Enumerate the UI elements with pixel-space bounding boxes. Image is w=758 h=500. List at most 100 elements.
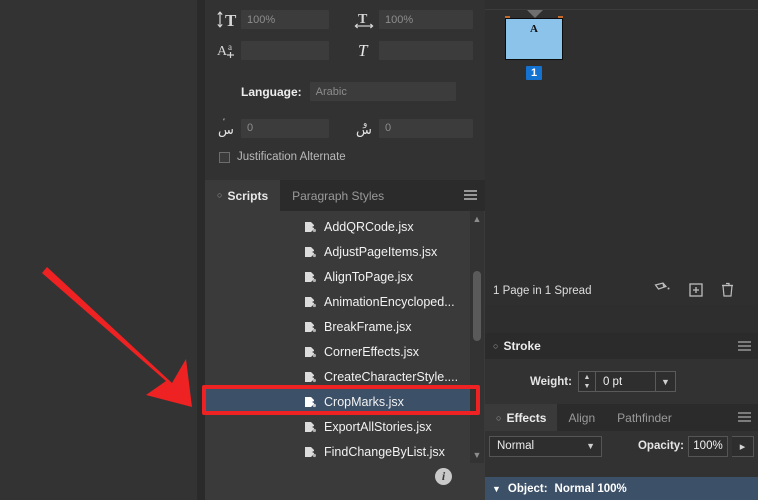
chevron-down-icon[interactable]: ▼ bbox=[586, 441, 595, 451]
script-name: ExportAllStories.jsx bbox=[324, 419, 432, 434]
pages-panel: A 1 1 Page in 1 Spread bbox=[485, 0, 758, 305]
tab-paragraph-styles-label: Paragraph Styles bbox=[292, 188, 385, 203]
script-file-icon bbox=[303, 370, 317, 384]
object-effects-row[interactable]: ▼ Object: Normal 100% bbox=[485, 477, 758, 500]
language-label: Language: bbox=[241, 84, 302, 99]
script-name: AdjustPageItems.jsx bbox=[324, 244, 438, 259]
delete-page-icon[interactable] bbox=[721, 282, 734, 300]
list-item[interactable]: CreateCharacterStyle.... bbox=[205, 364, 470, 389]
svg-text:T: T bbox=[358, 12, 368, 27]
kashida-right-control[interactable]: س و 0 bbox=[353, 118, 473, 138]
horizontal-scale-field[interactable]: 100% bbox=[379, 10, 473, 29]
justification-alternate-checkbox[interactable]: Justification Alternate bbox=[219, 151, 346, 163]
script-name: AnimationEncycloped... bbox=[324, 294, 455, 309]
chevron-down-icon[interactable]: ▼ bbox=[492, 484, 501, 494]
chevron-right-icon[interactable]: ▸ bbox=[732, 435, 754, 457]
stroke-weight-control[interactable]: Weight: ▲ ▼ 0 pt ▼ bbox=[485, 359, 758, 392]
page-count-status: 1 Page in 1 Spread bbox=[493, 285, 592, 297]
script-file-icon bbox=[303, 245, 317, 259]
scripts-list[interactable]: AddQRCode.jsx AdjustPageItems.jsx AlignT… bbox=[205, 211, 470, 463]
language-control[interactable]: Language: Arabic bbox=[241, 82, 456, 101]
tab-status-dot: ○ bbox=[496, 412, 502, 423]
annotation-arrow bbox=[42, 267, 192, 407]
tab-paragraph-styles[interactable]: Paragraph Styles bbox=[280, 180, 396, 211]
script-name: CreateCharacterStyle.... bbox=[324, 369, 459, 384]
script-file-icon bbox=[303, 220, 317, 234]
object-label: Object: bbox=[507, 482, 548, 495]
edit-page-size-icon[interactable] bbox=[654, 282, 671, 300]
kashida-left-control[interactable]: س ٔ 0 bbox=[215, 118, 329, 138]
tab-effects[interactable]: ○ Effects bbox=[485, 404, 558, 431]
chevron-down-icon[interactable]: ▼ bbox=[655, 371, 676, 392]
svg-text:A: A bbox=[217, 44, 228, 59]
stroke-panel-header[interactable]: ○ Stroke bbox=[485, 333, 758, 359]
pages-status-bar: 1 Page in 1 Spread bbox=[485, 277, 758, 305]
list-item[interactable]: AnimationEncycloped... bbox=[205, 289, 470, 314]
opacity-label: Opacity: bbox=[637, 440, 684, 452]
script-file-icon bbox=[303, 395, 317, 409]
baseline-shift-control[interactable]: A a bbox=[215, 40, 329, 60]
page-thumbnail[interactable]: A bbox=[505, 18, 563, 60]
blend-mode-select[interactable]: Normal ▼ bbox=[489, 435, 602, 457]
weight-label: Weight: bbox=[530, 375, 572, 388]
right-dock: A 1 1 Page in 1 Spread ○ Stroke Weight: … bbox=[485, 0, 758, 500]
arabic-diacritic-icon: س و bbox=[353, 118, 379, 138]
skew-field[interactable] bbox=[379, 40, 473, 60]
info-icon[interactable]: i bbox=[435, 468, 452, 485]
vertical-scale-control[interactable]: T 100% bbox=[215, 10, 329, 29]
effects-tab-bar: ○ Effects Align Pathfinder bbox=[485, 404, 758, 431]
language-field[interactable]: Arabic bbox=[309, 82, 456, 101]
svg-text:T: T bbox=[225, 11, 237, 29]
stepper-up-down-icon[interactable]: ▲ ▼ bbox=[577, 371, 595, 392]
panel-menu-icon[interactable] bbox=[464, 190, 477, 201]
list-item[interactable]: AlignToPage.jsx bbox=[205, 264, 470, 289]
baseline-shift-field[interactable] bbox=[241, 40, 329, 60]
svg-text:a: a bbox=[228, 42, 232, 52]
list-item[interactable]: CornerEffects.jsx bbox=[205, 339, 470, 364]
scripts-footer: i bbox=[205, 464, 485, 500]
panel-menu-icon[interactable] bbox=[738, 412, 751, 423]
skew-control[interactable]: T bbox=[353, 40, 473, 60]
kashida-left-field[interactable]: 0 bbox=[241, 118, 329, 138]
page-number-badge[interactable]: 1 bbox=[526, 66, 543, 80]
script-name: CropMarks.jsx bbox=[324, 394, 404, 409]
panel-tab-bar: ○ Scripts Paragraph Styles bbox=[205, 180, 485, 211]
new-page-icon[interactable] bbox=[689, 282, 703, 300]
script-file-icon bbox=[303, 420, 317, 434]
chevron-down-icon[interactable]: ▼ bbox=[470, 448, 484, 462]
tab-status-dot: ○ bbox=[217, 190, 223, 200]
list-item[interactable]: FindChangeByList.jsx bbox=[205, 439, 470, 464]
opacity-field[interactable]: 100% bbox=[688, 435, 728, 457]
effects-panel: ○ Effects Align Pathfinder Normal ▼ Opac… bbox=[485, 404, 758, 500]
justification-alternate-label: Justification Alternate bbox=[237, 151, 346, 163]
baseline-shift-icon: A a bbox=[215, 40, 241, 60]
chevron-up-icon[interactable]: ▲ bbox=[470, 212, 484, 226]
list-item-selected[interactable]: CropMarks.jsx bbox=[205, 389, 470, 414]
list-item[interactable]: ExportAllStories.jsx bbox=[205, 414, 470, 439]
script-file-icon bbox=[303, 445, 317, 459]
checkbox-box[interactable] bbox=[219, 151, 230, 163]
svg-text:و: و bbox=[362, 119, 367, 129]
tab-pathfinder[interactable]: Pathfinder bbox=[606, 404, 683, 431]
stroke-weight-field[interactable]: 0 pt bbox=[594, 371, 656, 392]
tab-align[interactable]: Align bbox=[557, 404, 606, 431]
list-item[interactable]: AdjustPageItems.jsx bbox=[205, 239, 470, 264]
list-item[interactable]: AddQRCode.jsx bbox=[205, 214, 470, 239]
tab-align-label: Align bbox=[568, 410, 596, 425]
character-panel: T 100% T 100% A a T Language: Arabic س 0… bbox=[205, 0, 485, 180]
panel-menu-icon[interactable] bbox=[738, 340, 751, 352]
scrollbar-thumb[interactable] bbox=[473, 271, 481, 341]
list-item[interactable]: BreakFrame.jsx bbox=[205, 314, 470, 339]
panel-divider bbox=[485, 9, 758, 10]
scripts-panel: AddQRCode.jsx AdjustPageItems.jsx AlignT… bbox=[205, 211, 485, 500]
arabic-kashida-icon: س ٔ bbox=[215, 118, 241, 138]
kashida-right-field[interactable]: 0 bbox=[379, 118, 473, 138]
panel-collapse-dot[interactable]: ○ bbox=[493, 341, 498, 351]
vertical-scale-field[interactable]: 100% bbox=[241, 10, 329, 29]
scripts-scrollbar[interactable]: ▲ ▼ bbox=[470, 211, 484, 463]
tab-scripts[interactable]: ○ Scripts bbox=[205, 180, 281, 211]
horizontal-scale-control[interactable]: T 100% bbox=[353, 10, 473, 29]
app-window: T 100% T 100% A a T Language: Arabic س 0… bbox=[0, 0, 758, 500]
blend-opacity-row: Normal ▼ Opacity: 100% ▸ bbox=[485, 431, 758, 461]
svg-text:ٔ: ٔ bbox=[223, 118, 225, 121]
